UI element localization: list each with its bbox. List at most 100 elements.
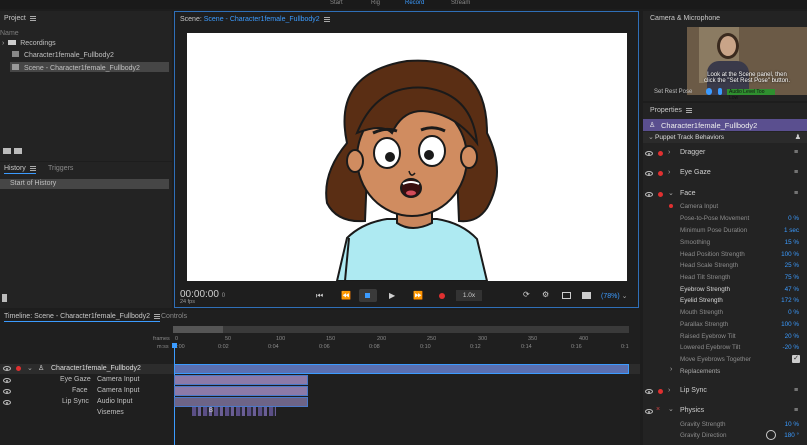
chevron-down-icon[interactable]: ⌄ <box>27 364 33 372</box>
start-tab[interactable]: Start <box>330 0 343 6</box>
behavior-lip-sync[interactable]: Lip Sync <box>680 387 707 394</box>
tab-triggers[interactable]: Triggers <box>48 165 73 172</box>
step-back-icon[interactable]: ⏪ <box>341 291 351 300</box>
menu-icon[interactable] <box>154 313 161 319</box>
menu-icon[interactable] <box>685 107 692 113</box>
play-icon[interactable]: ▶ <box>389 291 395 300</box>
param-value[interactable]: 15 % <box>785 239 799 246</box>
param-value[interactable]: 10 % <box>785 421 799 428</box>
scroll-thumb[interactable] <box>173 326 223 333</box>
checkbox-move-eyebrows[interactable]: ✓ <box>792 355 800 363</box>
eye-icon[interactable] <box>645 409 653 414</box>
param-value[interactable]: 20 % <box>785 333 799 340</box>
stop-button[interactable] <box>359 289 377 302</box>
menu-icon[interactable]: ≡ <box>794 169 798 176</box>
no-record-icon[interactable]: × <box>656 406 660 413</box>
param-value[interactable]: 75 % <box>785 274 799 281</box>
arm-record-icon[interactable] <box>658 151 663 156</box>
step-forward-icon[interactable]: ⏩ <box>413 291 423 300</box>
param-value[interactable]: -20 % <box>783 344 799 351</box>
behavior-physics[interactable]: Physics <box>680 407 704 414</box>
menu-icon[interactable]: ≡ <box>794 190 798 197</box>
eye-icon[interactable] <box>3 366 11 371</box>
chevron-right-icon[interactable]: › <box>670 366 672 373</box>
chevron-down-icon[interactable]: ⌄ <box>668 405 674 413</box>
param-value[interactable]: 0 % <box>788 309 799 316</box>
menu-icon[interactable]: ≡ <box>794 387 798 394</box>
behavior-face[interactable]: Face <box>680 190 696 197</box>
param-value[interactable]: 172 % <box>781 297 799 304</box>
background-icon[interactable] <box>582 292 591 299</box>
face-take[interactable] <box>174 386 308 396</box>
tab-history[interactable]: History <box>4 165 36 174</box>
param-value[interactable]: 47 % <box>785 286 799 293</box>
chevron-down-icon[interactable]: ⌄ <box>648 133 654 141</box>
arm-record-icon[interactable] <box>16 366 21 371</box>
rig-tab[interactable]: Rig <box>371 0 380 6</box>
behaviors-header[interactable]: ⌄ Puppet Track Behaviors ♟ <box>643 132 807 143</box>
param-label: Head Scale Strength <box>680 262 739 269</box>
eye-icon[interactable] <box>645 171 653 176</box>
camera-toggle-icon[interactable] <box>706 88 712 95</box>
param-value[interactable]: 180 ° <box>784 432 799 439</box>
recordings-folder[interactable]: › Recordings <box>2 40 56 47</box>
record-button[interactable] <box>439 293 445 299</box>
param-value[interactable]: 100 % <box>781 321 799 328</box>
loop-icon[interactable]: ⟳ <box>523 290 530 299</box>
mute-icon[interactable]: ⚙ <box>542 290 549 299</box>
menu-icon[interactable]: ≡ <box>794 407 798 414</box>
stream-tab[interactable]: Stream <box>451 0 470 6</box>
eye-icon[interactable] <box>3 378 11 383</box>
record-tab[interactable]: Record <box>405 0 424 6</box>
visemes-track[interactable] <box>192 407 276 416</box>
menu-icon[interactable]: ≡ <box>794 149 798 156</box>
timeline-scroll[interactable] <box>173 326 629 333</box>
param-value[interactable]: 0 % <box>788 215 799 222</box>
chevron-right-icon[interactable]: › <box>668 169 670 176</box>
scene-item[interactable]: Scene - Character1female_Fullbody2 <box>10 62 169 72</box>
eye-icon[interactable] <box>3 389 11 394</box>
eye-icon[interactable] <box>3 400 11 405</box>
set-rest-pose-button[interactable]: Set Rest Pose <box>654 89 692 95</box>
puppet-item[interactable]: Character1female_Fullbody2 <box>12 51 114 59</box>
direction-dial-icon[interactable] <box>766 430 776 440</box>
eye-icon[interactable] <box>645 192 653 197</box>
arm-record-icon[interactable] <box>658 389 663 394</box>
arm-record-icon[interactable] <box>658 192 663 197</box>
puppet-track-bar[interactable] <box>174 364 629 374</box>
tab-controls[interactable]: Controls <box>161 313 187 320</box>
param-value[interactable]: 100 % <box>781 251 799 258</box>
fit-icon[interactable] <box>562 292 571 299</box>
replacements-label[interactable]: Replacements <box>680 368 720 375</box>
scene-canvas[interactable] <box>187 33 627 281</box>
chevron-right-icon[interactable]: › <box>2 40 4 47</box>
microphone-icon[interactable] <box>718 88 722 95</box>
chevron-down-icon[interactable]: ⌄ <box>668 189 674 197</box>
eye-icon[interactable] <box>645 151 653 156</box>
eye-gaze-take[interactable] <box>174 375 308 385</box>
character-puppet[interactable] <box>187 33 627 281</box>
add-behavior-icon[interactable]: ♟ <box>795 133 801 141</box>
playhead-handle[interactable] <box>172 343 177 348</box>
new-folder-icon[interactable] <box>14 148 22 154</box>
arm-record-icon[interactable] <box>658 171 663 176</box>
lip-sync-take[interactable] <box>174 397 308 407</box>
menu-icon[interactable] <box>323 16 330 22</box>
param-value[interactable]: 1 sec <box>784 227 799 234</box>
time-tick: 0:12 <box>470 344 481 350</box>
zoom-level[interactable]: (78%) ⌄ <box>601 292 628 300</box>
param-value[interactable]: 25 % <box>785 262 799 269</box>
eye-icon[interactable] <box>645 389 653 394</box>
chevron-right-icon[interactable]: › <box>668 387 670 394</box>
menu-icon[interactable] <box>29 15 36 21</box>
new-scene-icon[interactable] <box>3 148 11 154</box>
history-item[interactable]: Start of History <box>0 179 169 189</box>
menu-icon[interactable] <box>29 165 36 171</box>
behavior-dragger[interactable]: Dragger <box>680 149 705 156</box>
chevron-right-icon[interactable]: › <box>668 149 670 156</box>
behavior-eye-gaze[interactable]: Eye Gaze <box>680 169 711 176</box>
bookmark-icon[interactable] <box>2 294 7 302</box>
go-to-start-icon[interactable]: ⏮ <box>316 291 323 301</box>
puppet-header[interactable]: ♙ Character1female_Fullbody2 <box>643 119 807 131</box>
playback-speed[interactable]: 1.0x <box>456 290 482 301</box>
